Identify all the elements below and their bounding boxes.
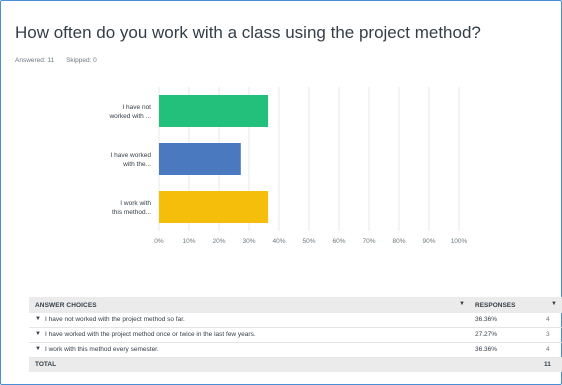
answer-label: I have not worked with the project metho… <box>45 316 185 323</box>
answer-percent: 36.36% <box>475 346 498 353</box>
answer-label: I have worked with the project method on… <box>45 331 256 338</box>
expand-row-icon[interactable]: ▼ <box>35 316 41 322</box>
total-label: TOTAL <box>35 361 57 368</box>
answer-count: 4 <box>546 346 550 353</box>
answer-count: 3 <box>546 331 550 338</box>
table-row: ▼ I have worked with the project method … <box>29 328 562 343</box>
total-count: 11 <box>544 361 551 368</box>
x-tick-label: 70% <box>362 238 375 245</box>
sort-responses-icon[interactable]: ▼ <box>551 301 557 307</box>
answer-choices-header[interactable]: ANSWER CHOICES <box>35 302 97 309</box>
x-tick-label: 40% <box>272 238 285 245</box>
sort-choices-icon[interactable]: ▼ <box>459 301 465 307</box>
category-label: this method... <box>112 209 151 216</box>
response-bar-chart: I have not worked with ... I have worked wi… <box>108 87 468 245</box>
category-label: I have worked <box>111 152 152 159</box>
answer-label: I work with this method every semester. <box>45 346 159 353</box>
table-header: ANSWER CHOICES ▼ RESPONSES ▼ <box>29 297 562 313</box>
category-label: I work with <box>120 200 151 207</box>
category-label: worked with ... <box>108 113 151 120</box>
category-label: with the... <box>122 161 151 168</box>
survey-question-card: How often do you work with a class using… <box>0 0 562 385</box>
x-tick-label: 50% <box>302 238 315 245</box>
table-total-row: TOTAL 11 <box>29 358 562 372</box>
response-bar[interactable] <box>159 143 241 175</box>
expand-row-icon[interactable]: ▼ <box>35 346 41 352</box>
category-label: I have not <box>122 104 151 111</box>
x-tick-label: 0% <box>154 238 164 245</box>
x-tick-label: 90% <box>422 238 435 245</box>
table-row: ▼ I have not worked with the project met… <box>29 313 562 328</box>
x-tick-label: 80% <box>392 238 405 245</box>
x-tick-label: 20% <box>212 238 225 245</box>
answer-percent: 27.27% <box>475 331 498 338</box>
x-tick-label: 100% <box>451 238 468 245</box>
x-tick-label: 30% <box>242 238 255 245</box>
expand-row-icon[interactable]: ▼ <box>35 331 41 337</box>
x-tick-label: 10% <box>182 238 195 245</box>
response-bar[interactable] <box>159 191 269 223</box>
answer-count: 4 <box>546 316 550 323</box>
response-bar[interactable] <box>159 95 269 127</box>
table-row: ▼ I work with this method every semester… <box>29 343 562 358</box>
answer-choices-table: ANSWER CHOICES ▼ RESPONSES ▼ ▼ I have no… <box>29 297 562 372</box>
answer-percent: 36.36% <box>475 316 498 323</box>
responses-header[interactable]: RESPONSES <box>475 302 515 309</box>
x-tick-label: 60% <box>332 238 345 245</box>
